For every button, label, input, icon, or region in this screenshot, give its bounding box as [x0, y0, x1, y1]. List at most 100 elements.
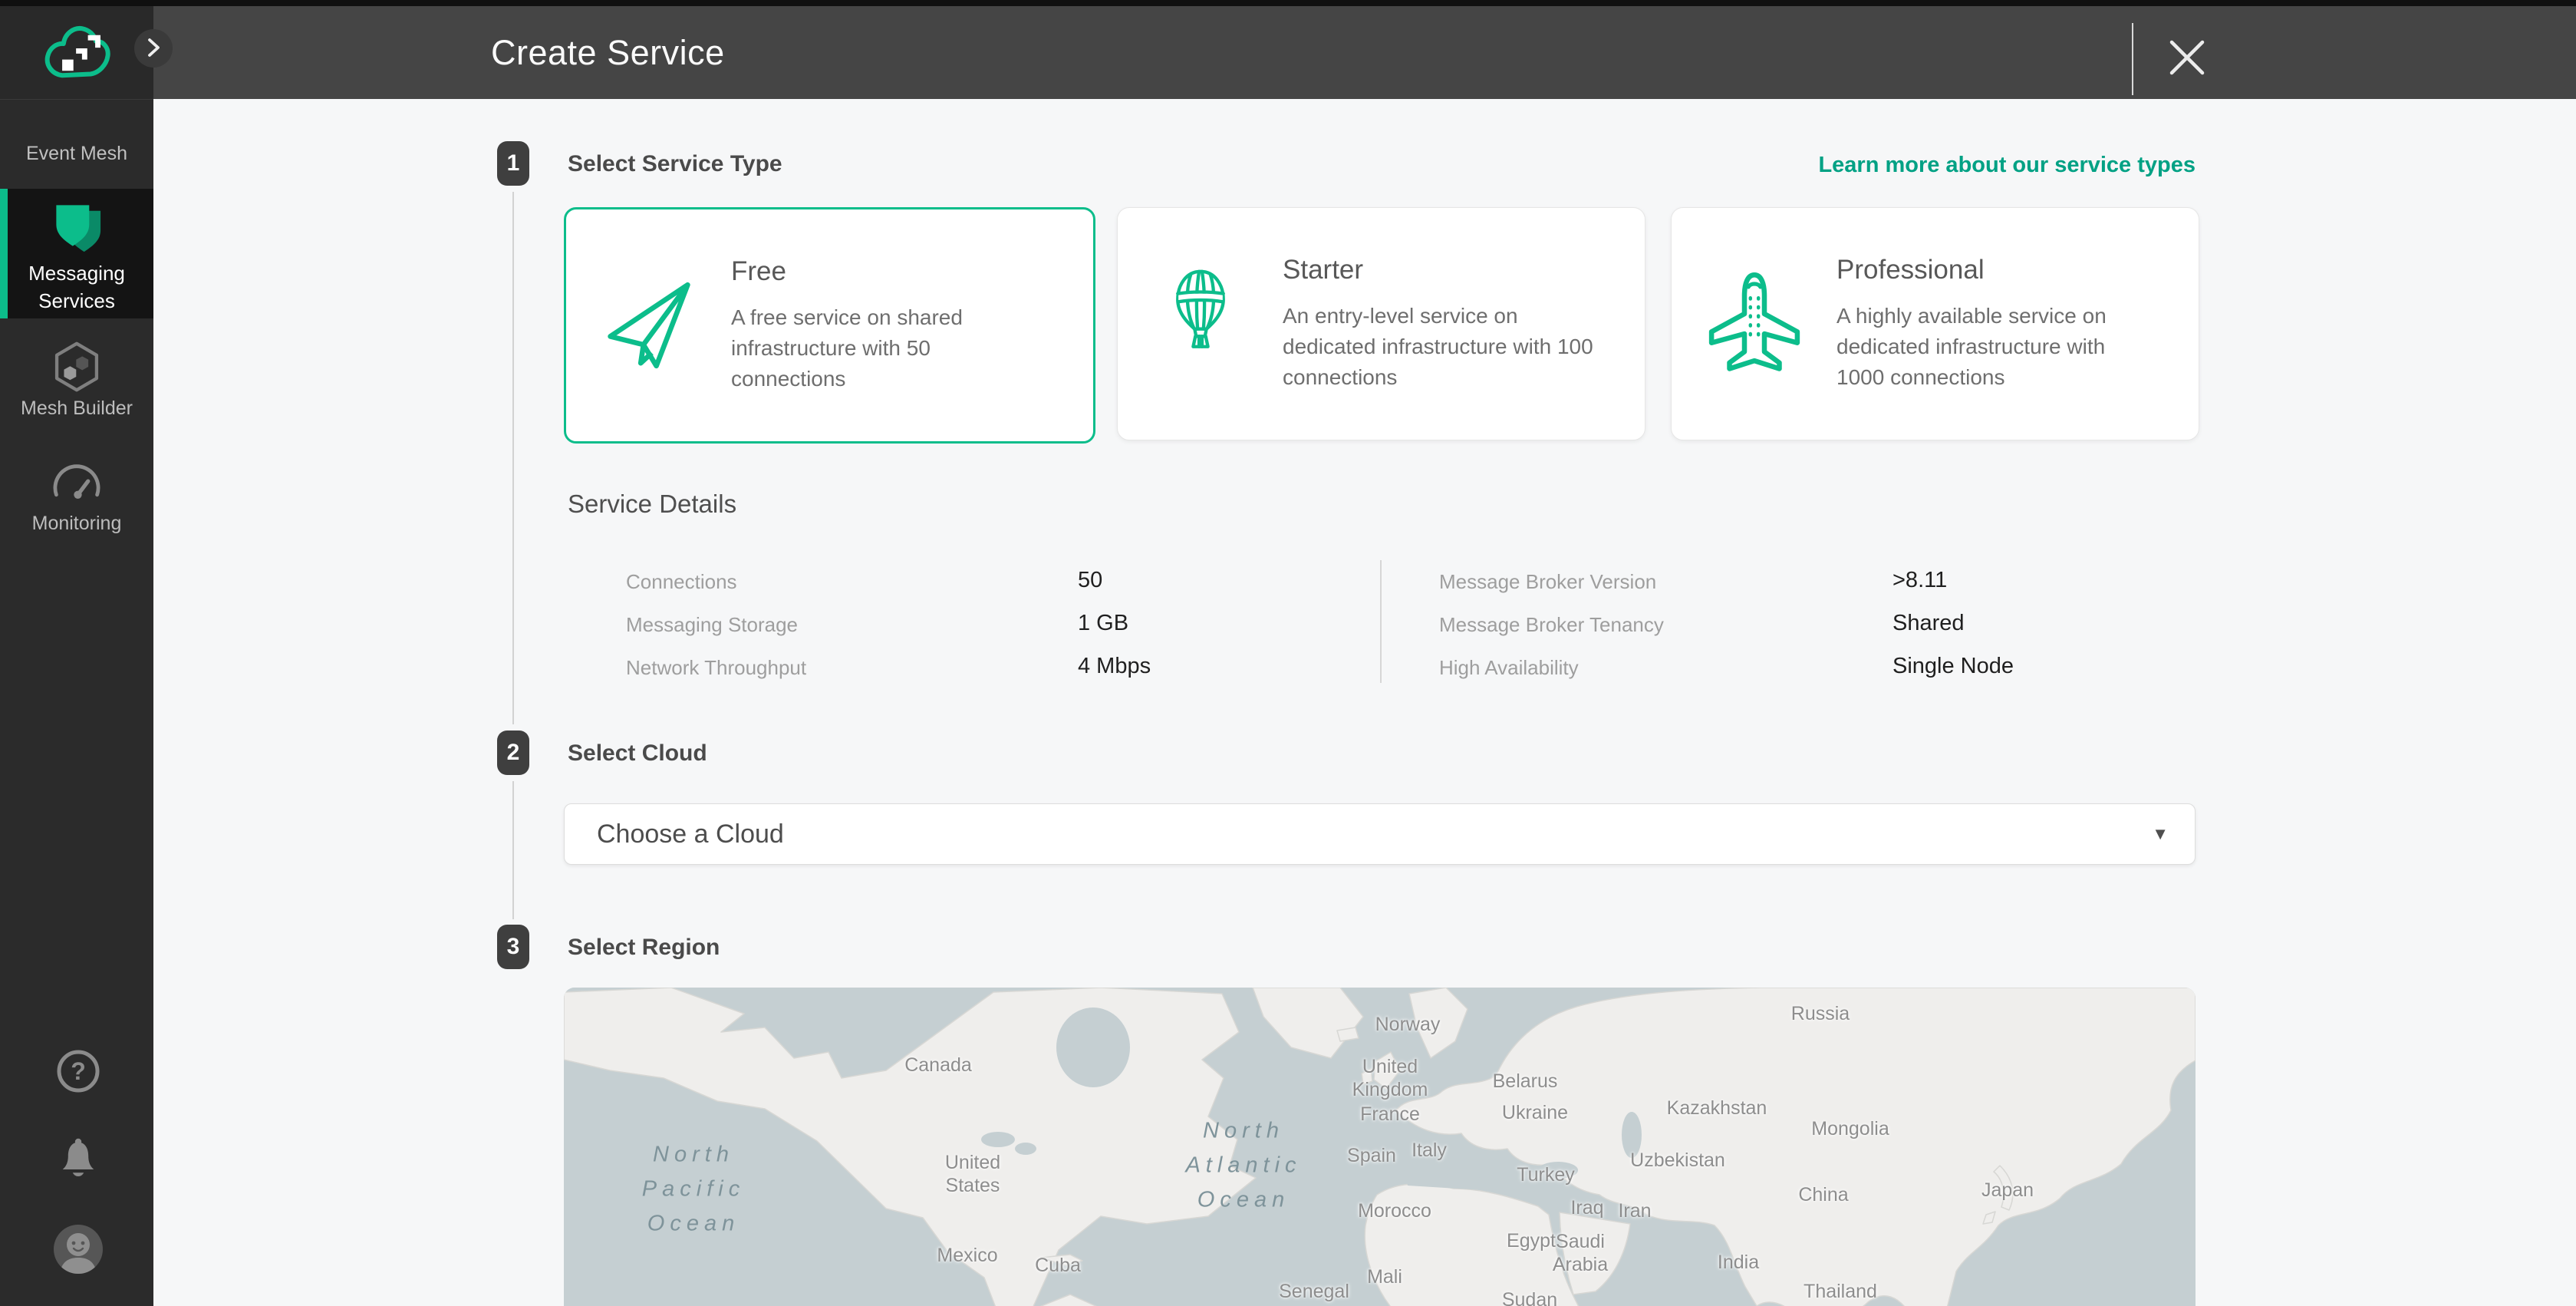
card-description: A free service on shared infrastructure … [731, 302, 1046, 394]
map-label-saudi-arabia: Saudi Arabia [1553, 1230, 1608, 1276]
map-label-cuba: Cuba [1035, 1254, 1081, 1277]
map-label-canada: Canada [904, 1054, 972, 1077]
step-2-badge: 2 [497, 731, 529, 775]
step-number: 1 [507, 150, 520, 176]
sidebar-item-event-mesh[interactable]: Event Mesh [0, 119, 153, 188]
service-type-card-professional[interactable]: Professional A highly available service … [1671, 207, 2199, 440]
page-title: Create Service [491, 6, 725, 99]
create-service-page: Create Service [0, 0, 2576, 1306]
sidebar-item-monitoring[interactable]: Monitoring [0, 451, 153, 551]
map-label-egypt: Egypt [1507, 1229, 1556, 1252]
gauge-icon [0, 457, 153, 510]
chevron-down-icon [2152, 824, 2169, 844]
service-details-left-column: Connections 50 Messaging Storage 1 GB Ne… [626, 562, 1347, 691]
top-strip [0, 0, 2576, 6]
card-title: Free [731, 256, 1046, 287]
shield-icon [0, 200, 153, 256]
map-label-mali: Mali [1367, 1265, 1402, 1288]
card-title: Professional [1836, 255, 2151, 285]
close-icon [2165, 71, 2209, 82]
map-label-senegal: Senegal [1279, 1280, 1349, 1303]
step-connector [512, 192, 514, 724]
paper-plane-icon [566, 279, 731, 371]
map-label-iraq: Iraq [1570, 1196, 1603, 1219]
service-details-right-column: Message Broker Version >8.11 Message Bro… [1439, 562, 2206, 691]
sidebar-item-messaging-services[interactable]: Messaging Services [0, 189, 153, 318]
step-number: 2 [507, 740, 520, 766]
map-label-japan: Japan [1981, 1179, 2034, 1202]
map-label-italy: Italy [1412, 1139, 1447, 1162]
map-label-north-pacific-ocean: North Pacific Ocean [642, 1138, 745, 1242]
map-label-morocco: Morocco [1358, 1199, 1431, 1222]
header-divider [2132, 23, 2133, 95]
detail-value: Shared [1892, 611, 1965, 636]
sidebar: Event Mesh Messaging Services [0, 6, 153, 1306]
active-indicator [0, 189, 8, 318]
map-label-sudan: Sudan [1502, 1288, 1557, 1306]
detail-value: 4 Mbps [1078, 654, 1151, 679]
details-divider [1380, 560, 1382, 683]
help-icon: ? [55, 1085, 101, 1097]
map-label-mexico: Mexico [937, 1244, 997, 1267]
map-label-turkey: Turkey [1517, 1163, 1574, 1186]
sidebar-item-label: Messaging Services [0, 259, 153, 315]
sidebar-item-mesh-builder[interactable]: Mesh Builder [0, 335, 153, 434]
service-type-card-starter[interactable]: Starter An entry-level service on dedica… [1117, 207, 1645, 440]
learn-more-link[interactable]: Learn more about our service types [1818, 153, 2196, 178]
step-connector [512, 781, 514, 919]
sidebar-item-label: Event Mesh [26, 140, 127, 167]
avatar-icon [54, 1264, 103, 1274]
help-button[interactable]: ? [55, 1048, 101, 1094]
card-title: Starter [1283, 255, 1597, 285]
chevron-right-icon [143, 37, 163, 61]
step-1-title: Select Service Type [568, 151, 782, 177]
detail-row: High Availability Single Node [1439, 648, 2206, 691]
airplane-icon [1672, 266, 1836, 381]
sidebar-expand-button[interactable] [134, 29, 173, 68]
map-label-india: India [1718, 1251, 1759, 1274]
detail-label: Network Throughput [626, 656, 806, 680]
close-button[interactable] [2165, 35, 2209, 80]
detail-row: Message Broker Version >8.11 [1439, 562, 2206, 605]
step-3-title: Select Region [568, 935, 720, 961]
notifications-bell-icon [55, 1176, 101, 1187]
map-labels-layer: Russia Canada Norway United Kingdom Belarus U… [564, 988, 2196, 1306]
sidebar-item-label: Monitoring [0, 510, 153, 537]
service-details-heading: Service Details [568, 490, 736, 519]
detail-row: Network Throughput 4 Mbps [626, 648, 1347, 691]
service-type-card-free[interactable]: Free A free service on shared infrastruc… [564, 207, 1095, 444]
detail-value: Single Node [1892, 654, 2014, 679]
hot-air-balloon-icon [1118, 266, 1283, 381]
step-number: 3 [507, 934, 520, 960]
map-label-france: France [1360, 1103, 1420, 1126]
map-label-belarus: Belarus [1493, 1070, 1558, 1093]
step-3-badge: 3 [497, 925, 529, 969]
notifications-button[interactable] [55, 1136, 101, 1182]
map-label-uzbekistan: Uzbekistan [1630, 1149, 1725, 1172]
map-label-united-states: United States [945, 1151, 1000, 1197]
detail-label: Message Broker Version [1439, 570, 1656, 594]
map-label-spain: Spain [1347, 1144, 1396, 1167]
map-label-iran: Iran [1618, 1199, 1651, 1222]
map-label-north-atlantic-ocean: North Atlantic Ocean [1185, 1114, 1301, 1218]
cloud-select-value: Choose a Cloud [597, 820, 784, 849]
map-label-norway: Norway [1375, 1013, 1441, 1036]
map-label-united-kingdom: United Kingdom [1352, 1055, 1428, 1101]
app-logo[interactable] [0, 6, 153, 100]
detail-row: Message Broker Tenancy Shared [1439, 605, 2206, 648]
map-label-russia: Russia [1791, 1002, 1850, 1025]
user-avatar[interactable] [54, 1225, 103, 1274]
detail-row: Messaging Storage 1 GB [626, 605, 1347, 648]
step-1-badge: 1 [497, 141, 529, 186]
card-description: An entry-level service on dedicated infr… [1283, 301, 1597, 392]
detail-label: Message Broker Tenancy [1439, 613, 1664, 637]
detail-value: 1 GB [1078, 611, 1128, 636]
cloud-select-dropdown[interactable]: Choose a Cloud [564, 803, 2196, 865]
map-label-thailand: Thailand [1804, 1280, 1877, 1303]
detail-value: 50 [1078, 568, 1102, 593]
detail-label: Messaging Storage [626, 613, 798, 637]
region-map[interactable]: Russia Canada Norway United Kingdom Belarus U… [564, 988, 2196, 1306]
map-label-ukraine: Ukraine [1502, 1101, 1568, 1124]
dialog-header: Create Service [153, 6, 2576, 99]
detail-value: >8.11 [1892, 568, 1947, 593]
